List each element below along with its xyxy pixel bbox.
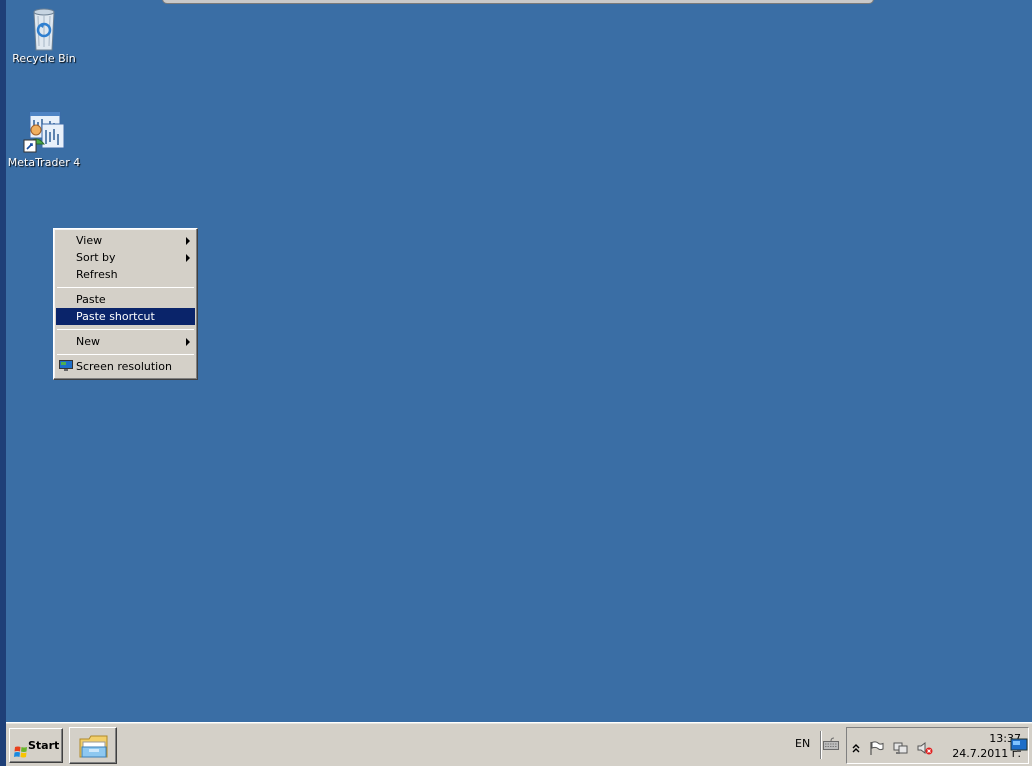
start-button[interactable]: Start [9, 728, 63, 763]
desktop-icon-label: MetaTrader 4 [7, 156, 81, 169]
taskbar-separator [820, 731, 822, 759]
background-window[interactable] [162, 0, 874, 4]
submenu-arrow-icon [186, 237, 190, 245]
volume-muted-icon[interactable] [917, 741, 933, 755]
monitor-icon [59, 360, 73, 372]
network-icon[interactable] [893, 741, 908, 755]
menu-item-label: Paste [76, 293, 106, 306]
menu-item-refresh[interactable]: Refresh [56, 266, 195, 283]
desktop-icon-recycle-bin[interactable]: Recycle Bin [6, 6, 82, 65]
action-center-flag-icon[interactable] [869, 741, 884, 755]
explorer-taskbar-button[interactable] [69, 727, 117, 764]
desktop-icon-label: Recycle Bin [12, 52, 76, 65]
taskbar: Start EN 13:37 24.7.2011 г. [6, 722, 1032, 766]
keyboard-icon[interactable] [823, 737, 839, 751]
language-indicator[interactable]: EN [795, 737, 810, 750]
desktop-context-menu: View Sort by Refresh Paste Paste shortcu… [53, 228, 198, 380]
menu-item-paste-shortcut[interactable]: Paste shortcut [56, 308, 195, 325]
menu-item-label: New [76, 335, 100, 348]
recycle-bin-icon [22, 6, 66, 51]
submenu-arrow-icon [186, 254, 190, 262]
menu-item-paste[interactable]: Paste [56, 291, 195, 308]
menu-separator [57, 287, 194, 288]
menu-item-label: Screen resolution [76, 360, 172, 373]
menu-separator [57, 354, 194, 355]
menu-item-view[interactable]: View [56, 232, 195, 249]
desktop-icon-metatrader[interactable]: MetaTrader 4 [6, 110, 82, 169]
menu-item-label: Paste shortcut [76, 310, 155, 323]
menu-item-label: View [76, 234, 103, 247]
chevron-up-icon[interactable] [851, 741, 866, 755]
menu-separator [57, 329, 194, 330]
folder-icon [79, 733, 109, 762]
metatrader-icon [22, 110, 66, 154]
windows-logo-icon [14, 739, 28, 758]
start-label: Start [28, 739, 60, 752]
menu-item-label: Sort by [76, 251, 116, 264]
menu-item-new[interactable]: New [56, 333, 195, 350]
notification-area: 13:37 24.7.2011 г. [846, 727, 1029, 764]
menu-item-screen-resolution[interactable]: Screen resolution [56, 358, 195, 375]
menu-item-label: Refresh [76, 268, 118, 281]
show-desktop-icon[interactable] [1010, 737, 1028, 753]
submenu-arrow-icon [186, 338, 190, 346]
menu-item-sort-by[interactable]: Sort by [56, 249, 195, 266]
